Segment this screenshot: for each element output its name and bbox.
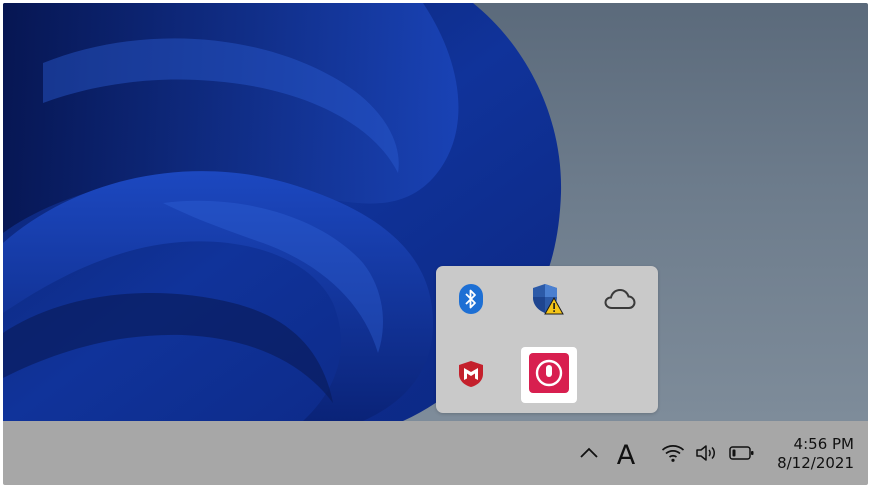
volume-button[interactable] [693, 443, 721, 467]
volume-icon [695, 443, 719, 468]
wifi-icon [661, 443, 685, 468]
network-button[interactable] [659, 443, 687, 467]
clock-button[interactable]: 4:56 PM 8/12/2021 [777, 435, 854, 473]
screenshot-frame: A 4:56 PM 8/12/2021 [3, 3, 868, 485]
battery-icon [729, 445, 755, 466]
ime-indicator-label: A [616, 439, 636, 471]
chevron-up-icon [579, 446, 599, 465]
tray-item-mcafee[interactable] [443, 348, 499, 404]
ime-indicator-button[interactable]: A [611, 439, 641, 471]
onedrive-cloud-icon [604, 288, 636, 315]
taskbar: A 4:56 PM 8/12/2021 [3, 421, 868, 485]
clock-time: 4:56 PM [793, 435, 854, 453]
tray-item-windows-security[interactable] [520, 273, 576, 329]
mcafee-shield-icon [458, 360, 484, 393]
tray-item-onedrive[interactable] [592, 273, 648, 329]
tray-item-microphone-app[interactable] [521, 347, 577, 403]
microphone-app-icon [528, 352, 570, 399]
clock-date: 8/12/2021 [777, 454, 854, 472]
tray-overflow-flyout [436, 266, 658, 413]
windows-security-warning-icon [531, 282, 565, 321]
tray-item-bluetooth[interactable] [443, 273, 499, 329]
battery-button[interactable] [727, 443, 757, 467]
show-hidden-icons-button[interactable] [575, 441, 603, 469]
bluetooth-icon [458, 283, 484, 319]
